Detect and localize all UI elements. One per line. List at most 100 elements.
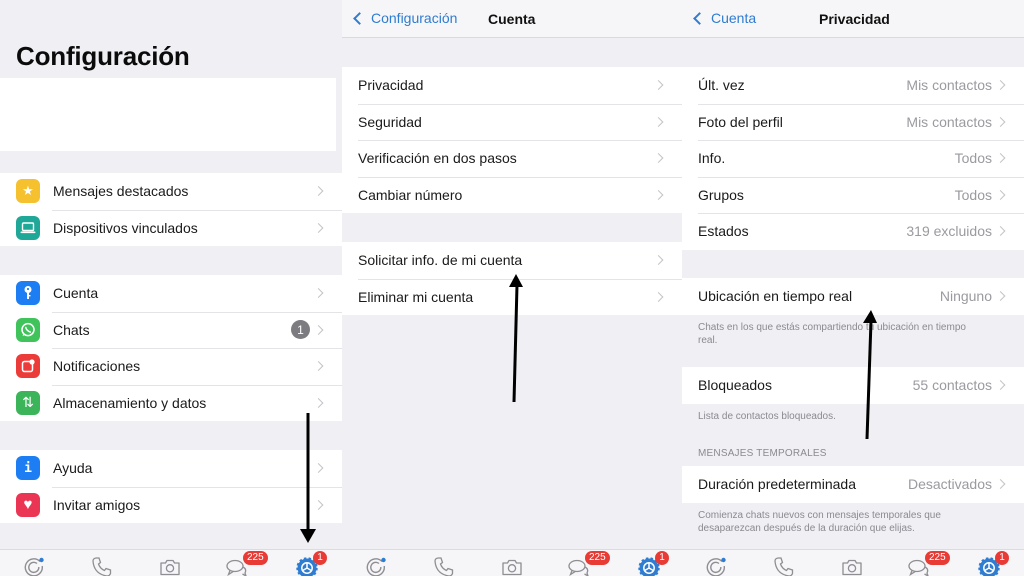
account-group-1: Privacidad Seguridad Verificación en dos… xyxy=(342,67,682,213)
phone-icon xyxy=(774,557,794,576)
settings-item-invite[interactable]: ♥ Invitar amigos xyxy=(0,486,342,524)
camera-icon xyxy=(502,559,522,576)
account-item-label: Solicitar info. de mi cuenta xyxy=(358,252,523,269)
status-icon xyxy=(706,557,726,576)
tab-bar: 225 1 xyxy=(0,549,342,576)
privacy-item-value: Mis contactos xyxy=(906,113,992,130)
account-item-privacy[interactable]: Privacidad xyxy=(342,67,682,104)
settings-item-storage[interactable]: ⇅ Almacenamiento y datos xyxy=(0,384,342,422)
settings-badge: 1 xyxy=(995,551,1009,565)
tab-bar: 225 1 xyxy=(342,549,682,576)
annotation-arrow-up xyxy=(509,274,523,403)
settings-item-account[interactable]: Cuenta xyxy=(0,275,342,312)
privacy-panel: Cuenta Privacidad Últ. vez Mis contactos… xyxy=(682,0,1024,576)
chevron-right-icon xyxy=(653,189,664,200)
profile-area[interactable] xyxy=(0,78,336,151)
chevron-right-icon xyxy=(653,153,664,164)
privacy-item-value: 319 excluidos xyxy=(906,223,992,240)
account-item-label: Privacidad xyxy=(358,77,424,94)
chats-unread-badge: 225 xyxy=(243,551,268,565)
settings-item-label: Ayuda xyxy=(53,460,93,477)
privacy-group-temp: Duración predeterminada Desactivados xyxy=(682,466,1024,503)
privacy-item-label: Info. xyxy=(698,150,726,167)
back-label: Configuración xyxy=(371,10,458,26)
account-item-security[interactable]: Seguridad xyxy=(342,103,682,141)
tab-settings[interactable]: 1 xyxy=(295,551,327,576)
privacy-item-profile-photo[interactable]: Foto del perfil Mis contactos xyxy=(682,103,1024,141)
settings-item-starred[interactable]: ★ Mensajes destacados xyxy=(0,173,342,210)
account-item-change-number[interactable]: Cambiar número xyxy=(342,176,682,214)
chevron-right-icon xyxy=(995,189,1006,200)
chevron-right-icon xyxy=(313,186,324,197)
settings-panel: Configuración ★ Mensajes destacados Disp… xyxy=(0,0,342,576)
chats-unread-badge: 225 xyxy=(925,551,950,565)
privacy-item-label: Estados xyxy=(698,223,749,240)
settings-item-help[interactable]: i Ayuda xyxy=(0,450,342,487)
chevron-right-icon xyxy=(313,288,324,299)
tab-camera[interactable] xyxy=(840,555,864,576)
tab-calls[interactable] xyxy=(90,555,114,576)
settings-item-chats[interactable]: Chats 1 xyxy=(0,311,342,349)
settings-group-1: ★ Mensajes destacados Dispositivos vincu… xyxy=(0,173,342,246)
nav-bar: Configuración Cuenta xyxy=(342,0,682,38)
phone-icon xyxy=(92,557,112,576)
phone-icon xyxy=(434,557,454,576)
tab-chats[interactable]: 225 xyxy=(567,551,610,576)
tab-chats[interactable]: 225 xyxy=(225,551,268,576)
tab-settings[interactable]: 1 xyxy=(637,551,669,576)
privacy-item-blocked[interactable]: Bloqueados 55 contactos xyxy=(682,367,1024,404)
tab-status[interactable] xyxy=(364,555,388,576)
nav-title: Privacidad xyxy=(819,11,890,27)
info-icon: i xyxy=(16,456,40,481)
tab-status[interactable] xyxy=(704,555,728,576)
privacy-item-value: 55 contactos xyxy=(912,377,992,394)
default-duration-footnote: Comienza chats nuevos con mensajes tempo… xyxy=(698,510,941,534)
tab-settings[interactable]: 1 xyxy=(977,551,1009,576)
privacy-item-groups[interactable]: Grupos Todos xyxy=(682,176,1024,214)
tab-chats[interactable]: 225 xyxy=(907,551,950,576)
privacy-item-label: Duración predeterminada xyxy=(698,476,856,493)
back-label: Cuenta xyxy=(711,10,757,26)
chevron-right-icon xyxy=(313,222,324,233)
tab-calls[interactable] xyxy=(772,555,796,576)
tab-camera[interactable] xyxy=(158,555,182,576)
chevron-right-icon xyxy=(653,116,664,127)
privacy-item-label: Foto del perfil xyxy=(698,113,783,130)
settings-item-label: Mensajes destacados xyxy=(53,183,189,200)
tab-status[interactable] xyxy=(22,555,46,576)
chevron-right-icon xyxy=(995,153,1006,164)
privacy-item-default-duration[interactable]: Duración predeterminada Desactivados xyxy=(682,466,1024,503)
back-button[interactable]: Cuenta xyxy=(692,10,756,26)
settings-item-notifications[interactable]: Notificaciones xyxy=(0,348,342,385)
tab-camera[interactable] xyxy=(500,555,524,576)
account-item-two-step[interactable]: Verificación en dos pasos xyxy=(342,140,682,177)
notification-icon xyxy=(16,354,40,379)
privacy-item-value: Todos xyxy=(954,186,992,203)
privacy-item-about[interactable]: Info. Todos xyxy=(682,140,1024,177)
chevron-right-icon xyxy=(995,380,1006,391)
chevron-right-icon xyxy=(995,479,1006,490)
settings-item-label: Chats xyxy=(53,321,90,338)
chevron-right-icon xyxy=(653,80,664,91)
settings-badge: 1 xyxy=(313,551,327,565)
privacy-item-live-location[interactable]: Ubicación en tiempo real Ninguno xyxy=(682,278,1024,315)
settings-item-label: Invitar amigos xyxy=(53,496,141,513)
privacy-item-last-seen[interactable]: Últ. vez Mis contactos xyxy=(682,67,1024,104)
heart-icon: ♥ xyxy=(16,492,40,517)
status-icon xyxy=(24,557,44,576)
privacy-item-label: Bloqueados xyxy=(698,377,772,394)
settings-item-linked-devices[interactable]: Dispositivos vinculados xyxy=(0,209,342,247)
annotation-arrow-down xyxy=(300,413,316,543)
tab-calls[interactable] xyxy=(432,555,456,576)
back-button[interactable]: Configuración xyxy=(352,10,457,26)
settings-group-2: Cuenta Chats 1 Notificaciones ⇅ Almacena… xyxy=(0,275,342,421)
chevron-right-icon xyxy=(653,255,664,266)
page-title: Configuración xyxy=(16,41,190,71)
privacy-item-status[interactable]: Estados 319 excluidos xyxy=(682,213,1024,250)
privacy-item-value: Desactivados xyxy=(907,476,992,493)
camera-icon xyxy=(842,559,862,576)
privacy-item-label: Ubicación en tiempo real xyxy=(698,288,853,305)
privacy-group-blocked: Bloqueados 55 contactos xyxy=(682,367,1024,404)
privacy-item-value: Ninguno xyxy=(939,288,992,305)
settings-group-3: i Ayuda ♥ Invitar amigos xyxy=(0,450,342,523)
